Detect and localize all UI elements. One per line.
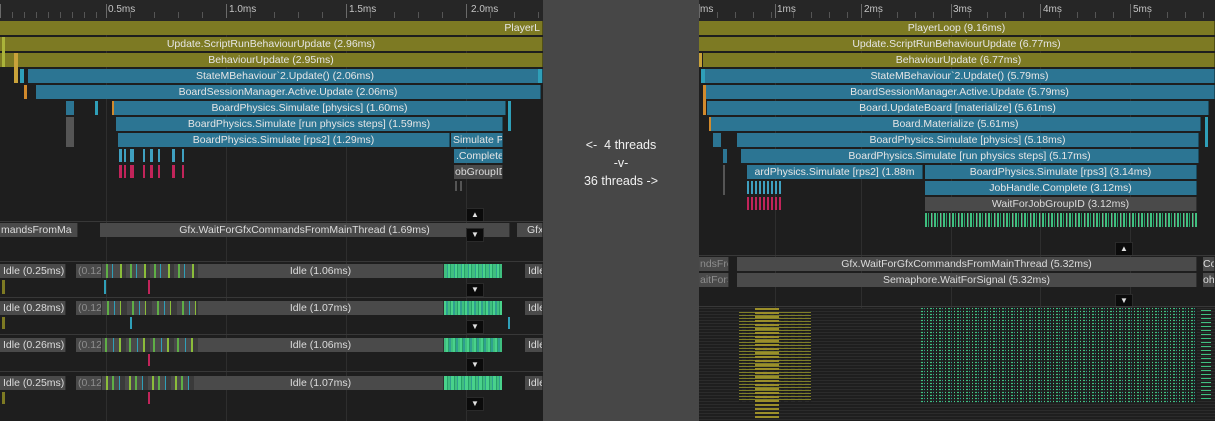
time-ruler[interactable]: 0.5ms 1.0ms 1.5ms 2.0ms (0, 0, 543, 22)
board-session-update-bar[interactable]: BoardSessionManager.Active.Update (2.06m… (36, 85, 541, 99)
semaphore-fragment-left[interactable]: aitForSi (699, 273, 729, 287)
board-physics-rps3-bar[interactable]: BoardPhysics.Simulate [rps3] (3.14ms) (925, 165, 1197, 179)
statemb-update-bar[interactable]: StateMBehaviour`2.Update() (2.06ms) (28, 69, 543, 83)
semaphore-wait-signal-bar[interactable]: Semaphore.WaitForSignal (5.32ms) (737, 273, 1197, 287)
idle-bar[interactable]: Idle (1.07ms) (198, 376, 444, 390)
chevron-down-icon: ▼ (471, 230, 479, 239)
render-wait-fragment-right[interactable]: Co (1203, 257, 1215, 271)
ruler-label: 1.5ms (349, 4, 377, 15)
ruler-label: 0.5ms (108, 4, 136, 15)
comparison-label-36-threads: 36 threads -> (583, 174, 658, 188)
idle-bar[interactable]: Idle (525, 264, 543, 278)
ruler-label: 2.0ms (471, 4, 499, 15)
idle-bar[interactable]: Idle (1.07ms) (198, 301, 444, 315)
behaviour-update-bar[interactable]: BehaviourUpdate (2.95ms) (0, 53, 543, 67)
idle-bar[interactable]: Idle (525, 301, 543, 315)
collapse-worker-1-button[interactable]: ▼ (466, 283, 484, 297)
ruler-tick (346, 4, 347, 18)
idle-bar[interactable]: (0.12 (76, 376, 102, 390)
ruler-tick (226, 4, 227, 18)
idle-bar[interactable]: Idle (1.06ms) (198, 264, 444, 278)
profiler-timeline-36-threads[interactable]: ms 1ms 2ms 3ms 4ms 5ms PlayerLoop (9.16m… (699, 0, 1215, 421)
chevron-up-icon: ▲ (1120, 244, 1128, 253)
update-script-run-bar[interactable]: Update.ScriptRunBehaviourUpdate (6.77ms) (699, 37, 1215, 51)
collapse-main-thread-button[interactable]: ▲ (466, 208, 484, 222)
update-script-run-bar[interactable]: Update.ScriptRunBehaviourUpdate (2.96ms) (0, 37, 543, 51)
render-wait-fragment-left[interactable]: mandsFromMa (0, 223, 78, 237)
chevron-down-icon: ▼ (471, 360, 479, 369)
chevron-down-icon: ▼ (471, 399, 479, 408)
behaviour-update-bar[interactable]: BehaviourUpdate (6.77ms) (703, 53, 1215, 67)
idle-bar[interactable]: (0.12 (76, 264, 102, 278)
board-physics-rps2-bar[interactable]: ardPhysics.Simulate [rps2] (1.88m (747, 165, 923, 179)
render-wait-fragment-left[interactable]: ndsFro (699, 257, 729, 271)
jobhandle-complete-bar[interactable]: JobHandle.Complete (3.12ms) (925, 181, 1197, 195)
wait-jobgroup-fragment-bar[interactable]: obGroupID (454, 165, 503, 179)
idle-bar[interactable]: Idle (525, 338, 543, 352)
profiler-timeline-4-threads[interactable]: 0.5ms 1.0ms 1.5ms 2.0ms PlayerL Update.S… (0, 0, 543, 421)
comparison-label-4-threads: <- 4 threads (585, 138, 657, 152)
idle-bar[interactable]: Idle (0.25ms) (0, 376, 66, 390)
idle-bar[interactable]: (0.12 (76, 338, 102, 352)
board-materialize-bar[interactable]: Board.Materialize (5.61ms) (711, 117, 1201, 131)
idle-bar[interactable]: Idle (525, 376, 543, 390)
ruler-label: 1.0ms (229, 4, 257, 15)
chevron-down-icon: ▼ (471, 322, 479, 331)
collapse-worker-3-button[interactable]: ▼ (466, 358, 484, 372)
playerloop-bar[interactable]: PlayerL (0, 21, 543, 35)
ruler-tick (106, 4, 107, 18)
comparison-label-arrow: -v- (613, 156, 629, 170)
ruler-label: 2ms (864, 4, 883, 15)
board-physics-steps-bar[interactable]: BoardPhysics.Simulate [run physics steps… (116, 117, 503, 131)
board-session-update-bar[interactable]: BoardSessionManager.Active.Update (5.79m… (705, 85, 1215, 99)
render-wait-fragment-right[interactable]: Gfx (517, 223, 543, 237)
chevron-down-icon: ▼ (471, 285, 479, 294)
idle-bar[interactable]: Idle (0.28ms) (0, 301, 66, 315)
board-physics-simulate-bar[interactable]: BoardPhysics.Simulate [physics] (5.18ms) (737, 133, 1199, 147)
ruler-tick (466, 4, 467, 18)
idle-bar[interactable]: Idle (1.06ms) (198, 338, 444, 352)
chevron-up-icon: ▲ (471, 210, 479, 219)
idle-bar[interactable]: (0.12 (76, 301, 102, 315)
collapse-render-thread-button[interactable]: ▼ (466, 228, 484, 242)
board-physics-simulate-bar[interactable]: BoardPhysics.Simulate [physics] (1.60ms) (114, 101, 506, 115)
simulate-fragment-bar[interactable]: Simulate P (451, 133, 503, 147)
board-physics-rps2-bar[interactable]: BoardPhysics.Simulate [rps2] (1.29ms) (118, 133, 450, 147)
collapse-worker-4-button[interactable]: ▼ (466, 397, 484, 411)
time-ruler[interactable]: ms 1ms 2ms 3ms 4ms 5ms (699, 0, 1215, 22)
playerloop-bar[interactable]: PlayerLoop (9.16ms) (699, 21, 1215, 35)
ruler-label: ms (700, 4, 714, 15)
collapse-main-thread-button[interactable]: ▲ (1115, 242, 1133, 256)
ruler-tick (0, 4, 1, 18)
gfx-wait-commands-bar[interactable]: Gfx.WaitForGfxCommandsFromMainThread (1.… (100, 223, 510, 237)
collapse-worker-2-button[interactable]: ▼ (466, 320, 484, 334)
board-physics-steps-bar[interactable]: BoardPhysics.Simulate [run physics steps… (741, 149, 1199, 163)
gfx-wait-commands-bar[interactable]: Gfx.WaitForGfxCommandsFromMainThread (5.… (737, 257, 1197, 271)
statemb-update-bar[interactable]: StateMBehaviour`2.Update() (5.79ms) (705, 69, 1215, 83)
jobhandle-complete-fragment-bar[interactable]: .Complete (454, 149, 503, 163)
idle-bar[interactable]: Idle (0.25ms) (0, 264, 66, 278)
wait-jobgroup-bar[interactable]: WaitForJobGroupID (3.12ms) (925, 197, 1197, 211)
board-update-materialize-bar[interactable]: Board.UpdateBoard [materialize] (5.61ms) (707, 101, 1209, 115)
semaphore-fragment-right[interactable]: oh (1203, 273, 1215, 287)
idle-bar[interactable]: Idle (0.26ms) (0, 338, 66, 352)
